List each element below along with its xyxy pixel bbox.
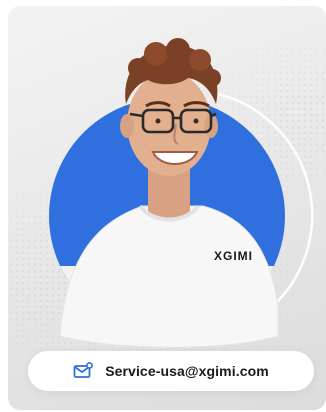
mail-icon [73,362,94,378]
left-ear [120,114,134,138]
support-agent-portrait: XGIMI [49,38,314,348]
contact-card: XGIMI Service-usa@xgimi.com [8,6,326,410]
shirt-logo: XGIMI [214,249,253,263]
email-address: Service-usa@xgimi.com [105,363,269,379]
email-contact-button[interactable]: Service-usa@xgimi.com [28,351,314,391]
